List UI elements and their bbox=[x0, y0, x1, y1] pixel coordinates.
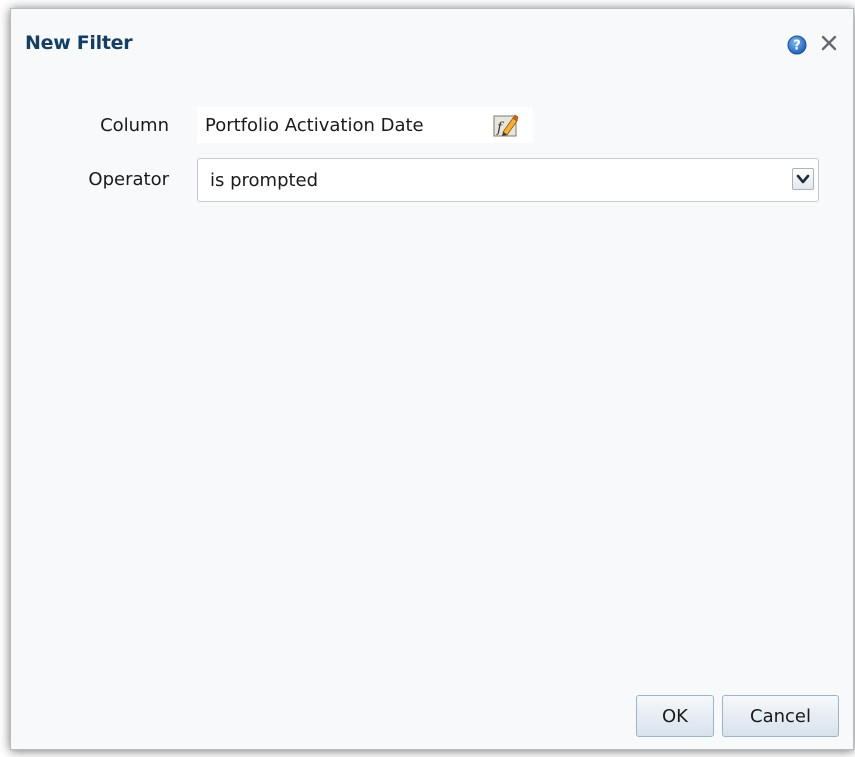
operator-select[interactable]: is prompted bbox=[197, 158, 819, 202]
chevron-down-icon[interactable] bbox=[792, 168, 814, 190]
column-value-field: Portfolio Activation Date f bbox=[197, 107, 533, 143]
svg-text:?: ? bbox=[793, 39, 801, 54]
operator-label: Operator bbox=[88, 169, 169, 190]
help-icon[interactable]: ? bbox=[787, 35, 807, 55]
operator-value: is prompted bbox=[210, 170, 319, 191]
column-value: Portfolio Activation Date bbox=[205, 115, 424, 136]
column-label: Column bbox=[100, 115, 169, 136]
edit-formula-icon[interactable]: f bbox=[493, 112, 519, 138]
close-icon[interactable] bbox=[819, 33, 839, 53]
cancel-button[interactable]: Cancel bbox=[722, 695, 839, 737]
new-filter-dialog: New Filter ? Column Portfolio Activation… bbox=[10, 8, 854, 750]
ok-button[interactable]: OK bbox=[636, 695, 714, 737]
dialog-title: New Filter bbox=[25, 32, 133, 54]
